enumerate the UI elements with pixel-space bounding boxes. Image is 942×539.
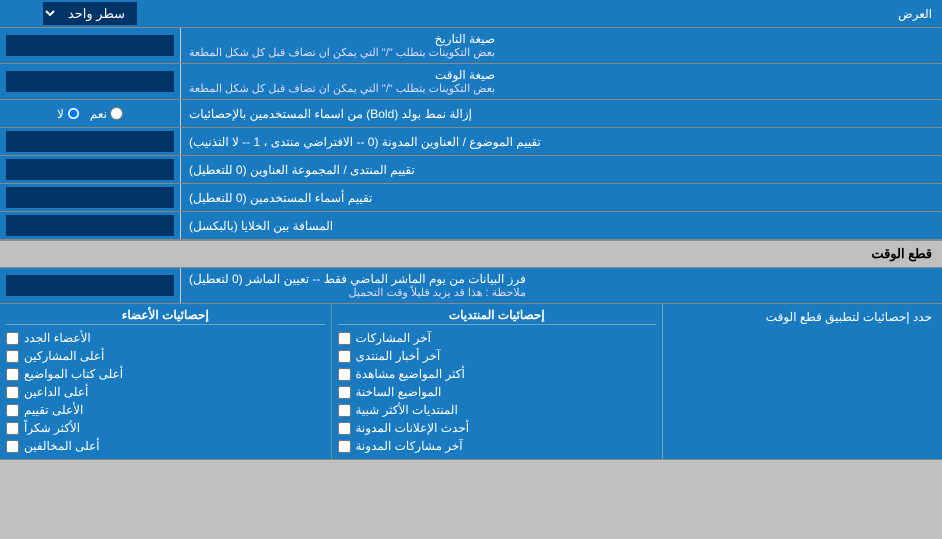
- forum-sort-input-wrapper: 33: [0, 156, 180, 183]
- cb-forums-check-5[interactable]: [338, 422, 351, 435]
- cb-col-forums: إحصائيات المنتديات آخر المشاركات آخر أخب…: [331, 304, 663, 459]
- cb-forums-check-3[interactable]: [338, 386, 351, 399]
- bold-remove-row: إزالة نمط بولد (Bold) من اسماء المستخدمي…: [0, 100, 942, 128]
- cut-time-label: فرز البيانات من يوم الماشر الماضي فقط --…: [180, 268, 942, 303]
- users-sort-label: تقييم أسماء المستخدمين (0 للتعطيل): [180, 184, 942, 211]
- cb-members-item-6: أعلى المخالفين: [6, 437, 325, 455]
- bold-remove-radio: نعم لا: [0, 100, 180, 127]
- cb-members-item-3: أعلى الداعين: [6, 383, 325, 401]
- forum-sort-row: تقييم المنتدى / المجموعة العناوين (0 للت…: [0, 156, 942, 184]
- cb-col-forums-title: إحصائيات المنتديات: [338, 308, 657, 325]
- topics-sort-row: تقييم الموضوع / العناوين المدونة (0 -- ا…: [0, 128, 942, 156]
- cb-forums-item-6: آخر مشاركات المدونة: [338, 437, 657, 455]
- time-format-input[interactable]: H:i: [6, 71, 174, 92]
- cut-time-input-wrapper: 0: [0, 268, 180, 303]
- space-between-row: المسافة بين الخلايا (بالبكسل) 2: [0, 212, 942, 240]
- display-mode-row: العرض سطر واحد سطرين ثلاثة أسطر: [0, 0, 942, 28]
- bold-yes-label[interactable]: نعم: [90, 107, 123, 121]
- bold-no-label[interactable]: لا: [57, 107, 80, 121]
- cb-members-check-3[interactable]: [6, 386, 19, 399]
- space-between-input-wrapper: 2: [0, 212, 180, 239]
- cb-members-check-1[interactable]: [6, 350, 19, 363]
- cut-time-row: فرز البيانات من يوم الماشر الماضي فقط --…: [0, 268, 942, 304]
- display-mode-select[interactable]: سطر واحد سطرين ثلاثة أسطر: [43, 2, 137, 25]
- cb-members-check-5[interactable]: [6, 422, 19, 435]
- bold-yes-radio[interactable]: [110, 107, 123, 120]
- main-container: العرض سطر واحد سطرين ثلاثة أسطر صيغة الت…: [0, 0, 942, 460]
- date-format-input-wrapper: d-m: [0, 28, 180, 63]
- users-sort-input-wrapper: 0: [0, 184, 180, 211]
- date-format-row: صيغة التاريخ بعض التكوينات يتطلب "/" الت…: [0, 28, 942, 64]
- forum-sort-input[interactable]: 33: [6, 159, 174, 180]
- cb-members-item-0: الأعضاء الجدد: [6, 329, 325, 347]
- cb-forums-item-0: آخر المشاركات: [338, 329, 657, 347]
- space-between-label: المسافة بين الخلايا (بالبكسل): [180, 212, 942, 239]
- date-format-label: صيغة التاريخ بعض التكوينات يتطلب "/" الت…: [180, 28, 942, 63]
- time-format-input-wrapper: H:i: [0, 64, 180, 99]
- cb-col-members: إحصائيات الأعضاء الأعضاء الجدد أعلى المش…: [0, 304, 331, 459]
- time-format-label: صيغة الوقت بعض التكوينات يتطلب "/" التي …: [180, 64, 942, 99]
- users-sort-row: تقييم أسماء المستخدمين (0 للتعطيل) 0: [0, 184, 942, 212]
- cb-members-check-2[interactable]: [6, 368, 19, 381]
- forum-sort-label: تقييم المنتدى / المجموعة العناوين (0 للت…: [180, 156, 942, 183]
- cb-forums-check-2[interactable]: [338, 368, 351, 381]
- checkboxes-section-label: حدد إحصائيات لتطبيق قطع الوقت: [662, 304, 942, 459]
- topics-sort-input-wrapper: 33: [0, 128, 180, 155]
- cb-members-item-4: الأعلى تقييم: [6, 401, 325, 419]
- cb-forums-item-4: المنتديات الأكثر شبية: [338, 401, 657, 419]
- cb-forums-item-5: أحدث الإعلانات المدونة: [338, 419, 657, 437]
- cb-members-check-4[interactable]: [6, 404, 19, 417]
- cb-members-item-2: أعلى كتاب المواضيع: [6, 365, 325, 383]
- cb-forums-check-1[interactable]: [338, 350, 351, 363]
- date-format-input[interactable]: d-m: [6, 35, 174, 56]
- topics-sort-label: تقييم الموضوع / العناوين المدونة (0 -- ا…: [180, 128, 942, 155]
- cb-forums-item-1: آخر أخبار المنتدى: [338, 347, 657, 365]
- display-mode-label: العرض: [180, 3, 942, 25]
- cb-forums-item-2: أكثر المواضيع مشاهدة: [338, 365, 657, 383]
- display-mode-input[interactable]: سطر واحد سطرين ثلاثة أسطر: [0, 0, 180, 27]
- cb-col-members-title: إحصائيات الأعضاء: [6, 308, 325, 325]
- cb-forums-item-3: المواضيع الساخنة: [338, 383, 657, 401]
- cut-time-input[interactable]: 0: [6, 275, 174, 296]
- users-sort-input[interactable]: 0: [6, 187, 174, 208]
- cb-members-check-0[interactable]: [6, 332, 19, 345]
- checkboxes-grid: حدد إحصائيات لتطبيق قطع الوقت إحصائيات ا…: [0, 304, 942, 460]
- cb-members-item-1: أعلى المشاركين: [6, 347, 325, 365]
- bold-no-radio[interactable]: [67, 107, 80, 120]
- cb-forums-check-0[interactable]: [338, 332, 351, 345]
- cb-forums-check-6[interactable]: [338, 440, 351, 453]
- topics-sort-input[interactable]: 33: [6, 131, 174, 152]
- cb-members-check-6[interactable]: [6, 440, 19, 453]
- time-format-row: صيغة الوقت بعض التكوينات يتطلب "/" التي …: [0, 64, 942, 100]
- cut-time-header: قطع الوقت: [0, 240, 942, 268]
- bold-remove-label: إزالة نمط بولد (Bold) من اسماء المستخدمي…: [180, 100, 942, 127]
- cb-members-item-5: الأكثر شكراً: [6, 419, 325, 437]
- cb-forums-check-4[interactable]: [338, 404, 351, 417]
- space-between-input[interactable]: 2: [6, 215, 174, 236]
